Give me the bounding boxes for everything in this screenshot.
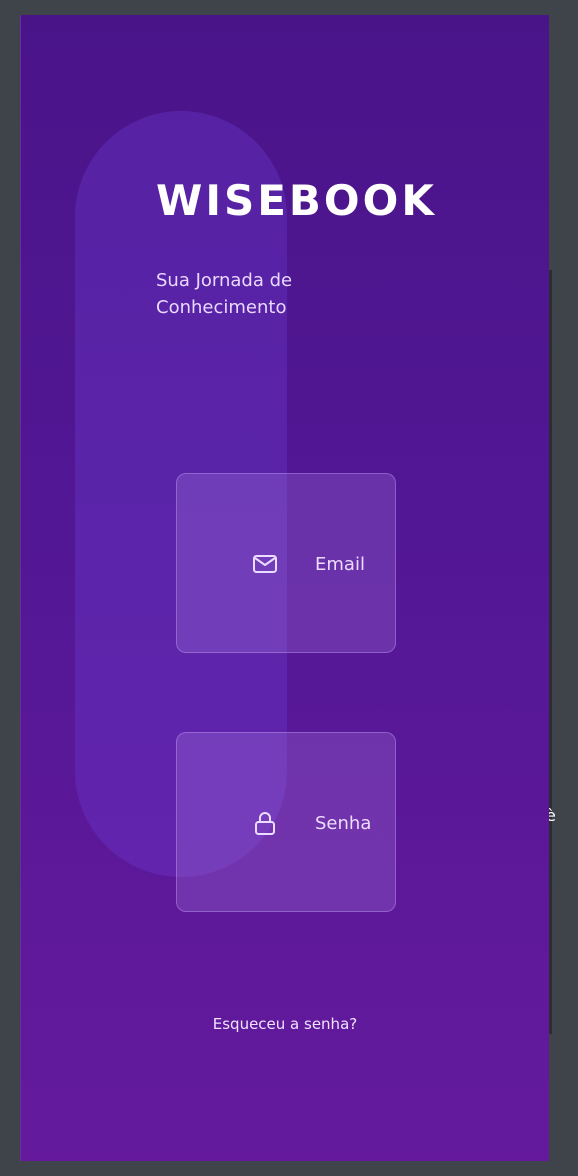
password-field-label: Senha xyxy=(315,813,372,834)
lock-icon xyxy=(255,812,275,835)
email-field[interactable]: Email xyxy=(176,473,396,653)
password-field[interactable]: Senha xyxy=(176,732,396,912)
forgot-password-link[interactable]: Esqueceu a senha? xyxy=(21,1015,549,1033)
email-field-label: Email xyxy=(315,554,365,575)
login-screen: WISEBOOK Sua Jornada de Conhecimento Ema… xyxy=(20,15,549,1161)
mail-icon xyxy=(253,555,277,573)
brand-tagline: Sua Jornada de Conhecimento xyxy=(156,270,293,318)
brand-title: WISEBOOK xyxy=(156,176,437,225)
